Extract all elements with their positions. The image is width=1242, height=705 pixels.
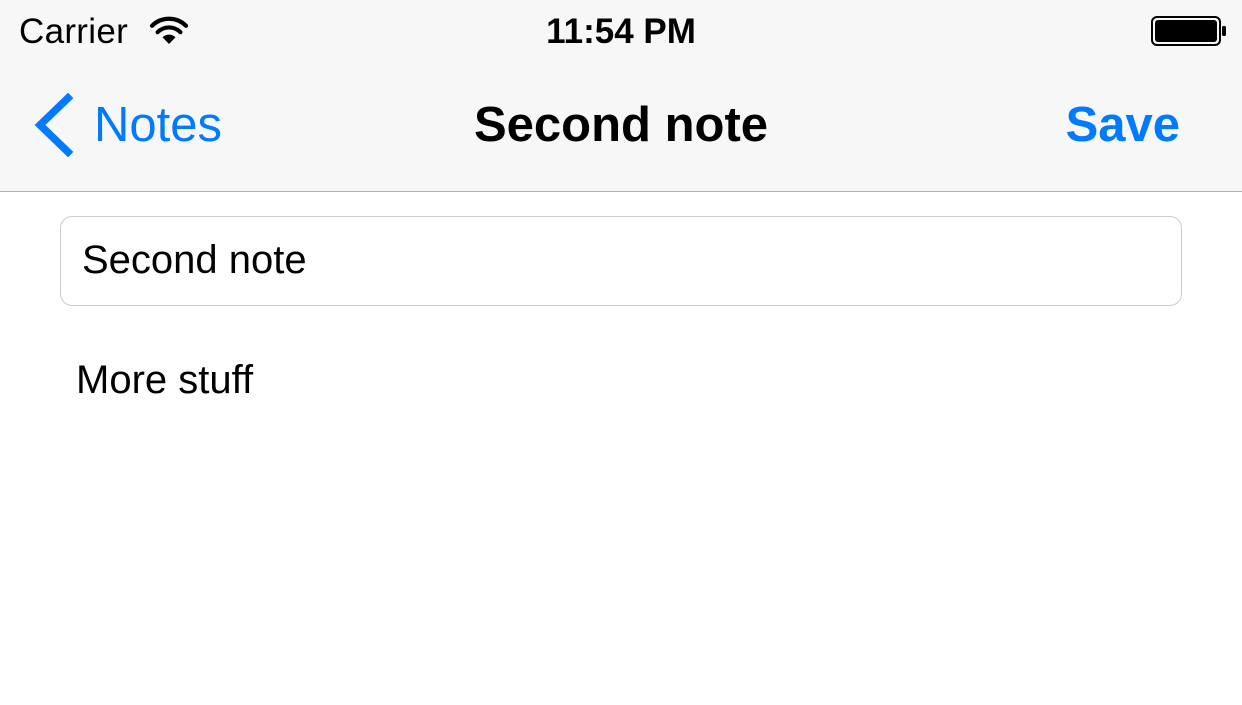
page-title: Second note xyxy=(473,98,769,152)
note-body-textarea[interactable]: More stuff xyxy=(76,352,1176,682)
status-bar: Carrier 11:54 PM xyxy=(0,0,1242,62)
note-title-field[interactable]: Second note xyxy=(60,216,1182,306)
status-time: 11:54 PM xyxy=(546,12,696,51)
battery-full-icon xyxy=(1151,16,1226,46)
top-bars: Carrier 11:54 PM Notes Second note Save xyxy=(0,0,1242,192)
save-button[interactable]: Save xyxy=(1066,92,1180,158)
navigation-bar: Notes Second note Save xyxy=(0,62,1242,192)
